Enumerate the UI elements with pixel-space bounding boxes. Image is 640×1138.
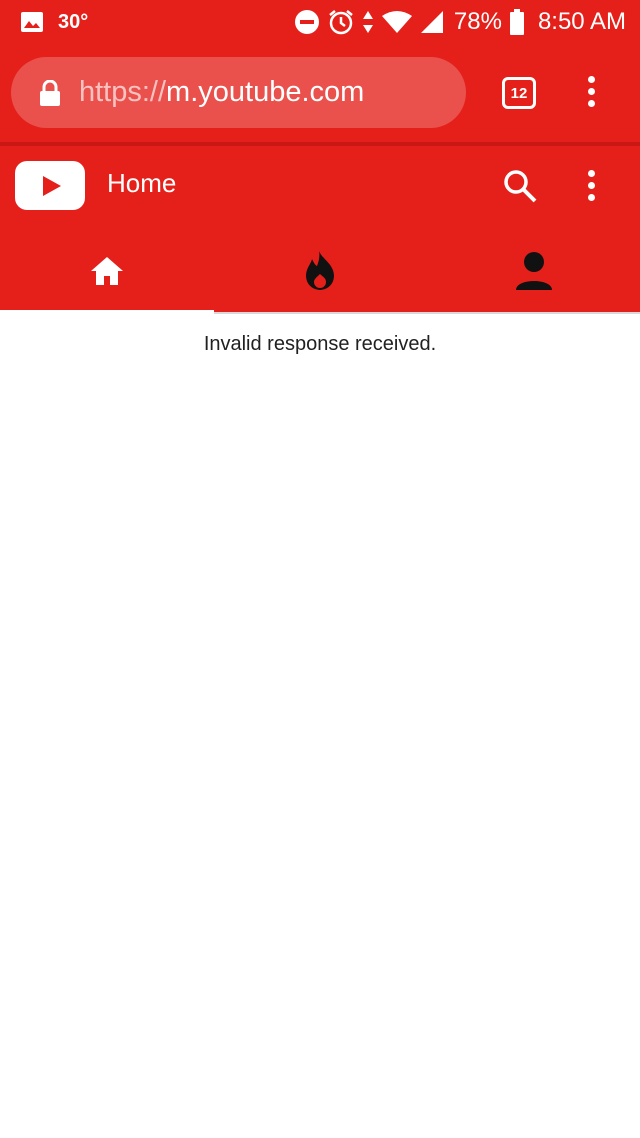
temperature-text: 30° [58,10,89,33]
wifi-icon [381,11,412,33]
status-bar: 30° 78% 8:50 AM [0,0,640,44]
tab-count: 12 [510,84,528,102]
url-scheme: https:// [79,76,167,108]
tab-home[interactable] [0,230,213,312]
page-title: Home [107,168,177,198]
gallery-icon [21,12,43,32]
signal-icon [420,11,443,33]
error-message: Invalid response received. [203,333,437,355]
more-options-button[interactable] [586,170,596,204]
clock: 8:50 AM [537,8,626,35]
browser-toolbar: https://m.youtube.com 12 [0,44,640,142]
youtube-header: Home [0,146,640,230]
lock-icon [40,79,60,106]
do-not-disturb-icon [294,10,319,34]
tab-trending[interactable] [213,230,426,312]
tab-switcher-button[interactable]: 12 [502,77,536,109]
url-host: m.youtube.com [166,76,365,108]
address-bar[interactable]: https://m.youtube.com [11,57,466,128]
search-icon[interactable] [502,168,538,204]
flame-icon [305,251,334,290]
tab-bar [0,230,640,312]
person-icon [515,252,552,290]
battery-percent: 78% [453,8,502,35]
battery-icon [509,9,524,35]
home-icon [90,257,123,285]
youtube-logo-icon[interactable] [15,161,85,210]
browser-menu-button[interactable] [586,76,596,110]
data-arrows-icon [362,11,373,33]
selected-tab-indicator [0,310,214,314]
url-text: https://m.youtube.com [79,76,364,109]
tab-account[interactable] [427,230,640,312]
alarm-icon [329,10,353,35]
